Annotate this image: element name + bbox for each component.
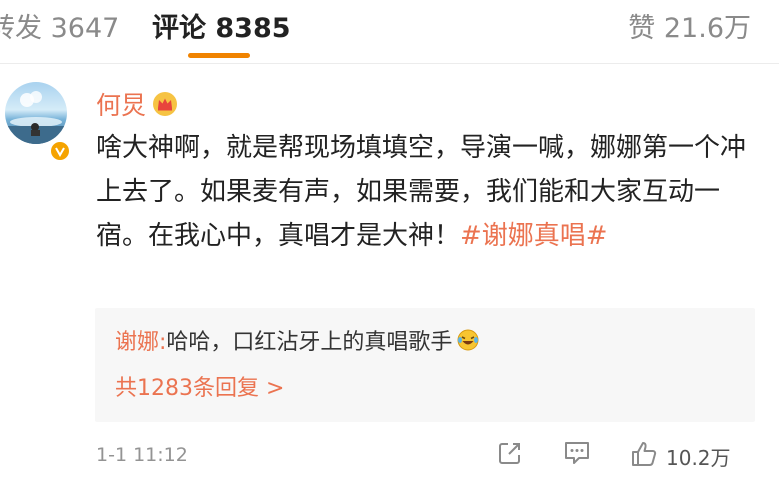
tab-comments[interactable]: 评论 8385 (152, 6, 291, 45)
like-button[interactable]: 10.2万 (630, 440, 731, 472)
divider (0, 63, 779, 64)
username-text[interactable]: 何炅 (96, 86, 146, 122)
view-replies-link[interactable]: 共1283条回复 > (115, 370, 284, 402)
username[interactable]: 何炅 (96, 86, 178, 122)
tab-likes[interactable]: 赞 21.6万 (628, 6, 751, 45)
reply-item: 谢娜: 哈哈，口红沾牙上的真唱歌手 (115, 324, 480, 356)
hashtag-link[interactable]: #谢娜真唱# (460, 221, 608, 251)
like-count: 10.2万 (666, 445, 731, 470)
share-button[interactable] (497, 440, 523, 470)
avatar[interactable] (5, 82, 67, 144)
share-icon (497, 440, 523, 470)
thumbs-up-icon (630, 440, 658, 472)
reply-button[interactable] (563, 440, 591, 470)
laugh-cry-emoji-icon (456, 328, 480, 352)
comment-timestamp: 1-1 11:12 (96, 444, 188, 466)
reply-text: 哈哈，口红沾牙上的真唱歌手 (166, 330, 453, 355)
tab-repost[interactable]: 转发 3647 (0, 6, 119, 45)
reply-preview[interactable]: 谢娜: 哈哈，口红沾牙上的真唱歌手 共1283条回复 > (95, 308, 755, 422)
crown-icon (152, 91, 178, 117)
comment-body: 啥大神啊，就是帮现场填填空，导演一喊，娜娜第一个冲上去了。如果麦有声，如果需要，… (96, 126, 756, 258)
verified-v-icon (49, 140, 71, 162)
reply-author[interactable]: 谢娜: (115, 324, 166, 356)
active-tab-indicator (188, 53, 250, 58)
comment-text: 啥大神啊，就是帮现场填填空，导演一喊，娜娜第一个冲上去了。如果麦有声，如果需要，… (96, 133, 747, 251)
tab-bar: 转发 3647 评论 8385 赞 21.6万 (0, 0, 779, 62)
comment-bubble-icon (563, 440, 591, 470)
